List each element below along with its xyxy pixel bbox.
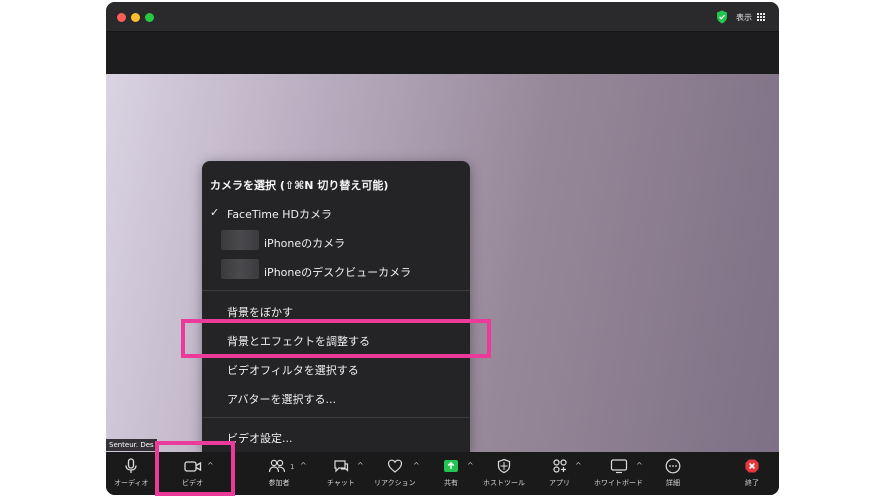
- reactions-button[interactable]: リアクション: [374, 458, 416, 488]
- participants-options-caret[interactable]: ^: [300, 461, 307, 470]
- audio-button[interactable]: オーディオ: [114, 458, 149, 488]
- end-meeting-icon: [745, 459, 759, 473]
- end-meeting-button[interactable]: 終了: [744, 458, 760, 488]
- share-options-caret[interactable]: ^: [467, 461, 474, 470]
- close-window-button[interactable]: [117, 13, 126, 22]
- zoom-window: 表示 Senteur. Des カメラを選択 (⇧⌘N 切り替え可能) ✓ Fa…: [106, 2, 779, 495]
- apps-options-caret[interactable]: ^: [575, 461, 582, 470]
- iphone-deskview-thumbnail: [221, 259, 259, 279]
- view-label: 表示: [736, 12, 752, 22]
- menu-item-video-settings[interactable]: ビデオ設定...: [227, 430, 293, 446]
- more-dots-icon: [665, 458, 681, 474]
- minimize-window-button[interactable]: [131, 13, 140, 22]
- host-tools-button[interactable]: ホストツール: [483, 458, 525, 488]
- camera-menu-header: カメラを選択 (⇧⌘N 切り替え可能): [210, 179, 389, 192]
- camera-option-iphone-deskview[interactable]: iPhoneのデスクビューカメラ: [264, 264, 411, 280]
- heart-icon: [387, 459, 402, 473]
- apps-label: アプリ: [549, 479, 570, 487]
- view-button[interactable]: 表示: [736, 9, 765, 25]
- camera-menu: カメラを選択 (⇧⌘N 切り替え可能) ✓ FaceTime HDカメラ iPh…: [202, 161, 470, 454]
- participants-button[interactable]: 参加者: [268, 458, 290, 488]
- title-bar: 表示: [106, 2, 779, 32]
- menu-divider: [202, 290, 470, 291]
- security-shield-icon[interactable]: [716, 10, 728, 24]
- end-label: 終了: [745, 479, 759, 487]
- host-shield-icon: [497, 458, 511, 474]
- grid-view-icon: [757, 13, 765, 21]
- whiteboard-label: ホワイトボード: [594, 479, 643, 487]
- menu-item-blur-background[interactable]: 背景をぼかす: [227, 304, 293, 320]
- checkmark-icon: ✓: [210, 206, 220, 219]
- whiteboard-icon: [610, 459, 627, 474]
- camera-option-facetime[interactable]: FaceTime HDカメラ: [227, 206, 332, 222]
- participants-count: 1: [290, 463, 295, 471]
- audio-label: オーディオ: [114, 479, 149, 487]
- camera-option-iphone[interactable]: iPhoneのカメラ: [264, 235, 345, 251]
- participant-name-tag: Senteur. Des: [106, 439, 157, 451]
- details-label: 詳細: [666, 479, 680, 487]
- participants-label: 参加者: [268, 479, 290, 487]
- chat-label: チャット: [327, 479, 355, 487]
- chat-options-caret[interactable]: ^: [357, 461, 364, 470]
- participants-icon: [268, 459, 286, 473]
- share-label: 共有: [444, 479, 458, 487]
- apps-icon: [552, 459, 567, 473]
- microphone-icon: [125, 458, 137, 473]
- more-details-button[interactable]: 詳細: [665, 458, 681, 488]
- highlight-box-background-effects: [181, 319, 491, 358]
- share-button[interactable]: 共有: [443, 458, 459, 488]
- highlight-box-video-button: [155, 441, 235, 496]
- whiteboard-options-caret[interactable]: ^: [636, 461, 643, 470]
- reactions-options-caret[interactable]: ^: [413, 461, 420, 470]
- menu-item-video-filters[interactable]: ビデオフィルタを選択する: [227, 362, 359, 378]
- iphone-camera-thumbnail: [221, 230, 259, 250]
- host-tools-label: ホストツール: [483, 479, 525, 487]
- menu-item-avatar[interactable]: アバターを選択する...: [227, 391, 336, 407]
- menu-divider: [202, 417, 470, 418]
- reactions-label: リアクション: [374, 479, 416, 487]
- share-screen-icon: [444, 460, 458, 472]
- apps-button[interactable]: アプリ: [549, 458, 570, 488]
- zoom-window-button[interactable]: [145, 13, 154, 22]
- chat-icon: [334, 460, 349, 473]
- chat-button[interactable]: チャット: [327, 458, 355, 488]
